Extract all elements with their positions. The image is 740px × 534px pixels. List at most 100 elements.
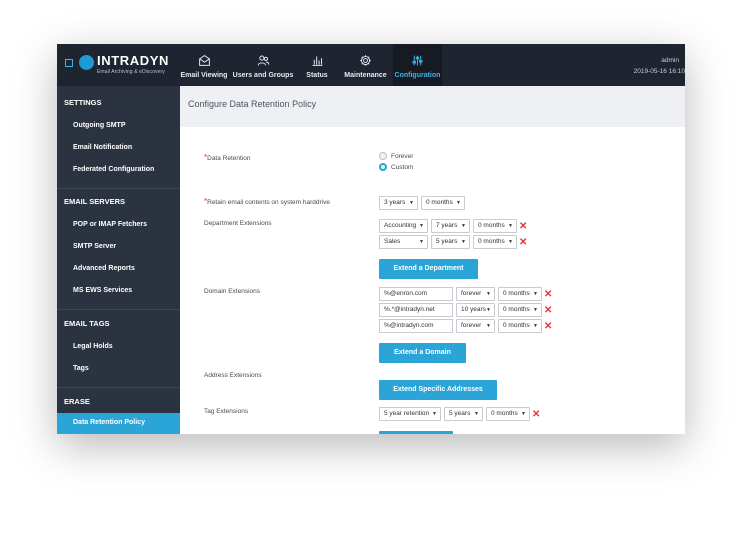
radio-label: Custom xyxy=(391,163,414,171)
sidebar-divider xyxy=(57,309,180,310)
domain-input[interactable]: %@intradyn.com xyxy=(379,319,453,333)
radio-dot[interactable] xyxy=(379,152,387,160)
tag-extensions-label: Tag Extensions xyxy=(204,408,249,415)
sidebar-header-settings: SETTINGS xyxy=(64,98,102,107)
retain-label: *Retain email contents on system harddri… xyxy=(204,197,330,206)
sidebar-item-label: Data Retention Policy xyxy=(73,419,145,426)
select-value: 3 years xyxy=(384,199,406,206)
sidebar-item-outgoing-smtp[interactable]: Outgoing SMTP xyxy=(73,122,126,129)
select-value: Accounting xyxy=(384,222,417,229)
page-title: Configure Data Retention Policy xyxy=(188,99,317,109)
app-window: INTRADYN Email Archiving & eDiscovery Em… xyxy=(57,44,685,434)
logo-mark-icon xyxy=(79,55,94,70)
intradyn-logo[interactable]: INTRADYN Email Archiving & eDiscovery xyxy=(63,52,187,78)
tag-years-select[interactable]: 5 years ▼ xyxy=(444,407,483,421)
remove-department-icon[interactable]: ✕ xyxy=(519,222,527,232)
nav-status[interactable]: Status xyxy=(296,44,338,86)
sidebar-item-pop-imap-fetchers[interactable]: POP or IMAP Fetchers xyxy=(73,221,147,228)
select-value: 0 months xyxy=(478,238,505,245)
sliders-icon xyxy=(412,55,423,66)
sidebar-header-email-servers: EMAIL SERVERS xyxy=(64,197,125,206)
gear-icon xyxy=(360,55,371,66)
domain-months-select[interactable]: 0 months ▼ xyxy=(498,319,542,333)
chevron-down-icon: ▼ xyxy=(508,239,513,245)
brand-tagline: Email Archiving & eDiscovery xyxy=(97,69,165,75)
select-value: 5 years xyxy=(436,238,458,245)
select-value: 0 months xyxy=(503,290,530,297)
extend-domain-button[interactable]: Extend a Domain xyxy=(379,343,466,363)
domain-years-select[interactable]: forever ▼ xyxy=(456,287,495,301)
address-extensions-label: Address Extensions xyxy=(204,372,262,379)
select-value: 10 years xyxy=(461,306,486,313)
sidebar-item-smtp-server[interactable]: SMTP Server xyxy=(73,243,116,250)
tag-select[interactable]: 5 year retention ▼ xyxy=(379,407,441,421)
department-select[interactable]: Sales ▼ xyxy=(379,235,428,249)
data-retention-label: *Data Retention xyxy=(204,153,251,162)
chevron-down-icon: ▼ xyxy=(508,223,513,229)
domain-months-select[interactable]: 0 months ▼ xyxy=(498,287,542,301)
nav-label: Email Viewing xyxy=(180,72,228,79)
chevron-down-icon: ▼ xyxy=(533,307,538,313)
tag-months-select[interactable]: 0 months ▼ xyxy=(486,407,530,421)
sidebar-item-federated-configuration[interactable]: Federated Configuration xyxy=(73,166,154,173)
label-text: Data Retention xyxy=(207,155,251,162)
remove-tag-icon[interactable]: ✕ xyxy=(532,410,540,420)
chevron-down-icon: ▼ xyxy=(486,291,491,297)
select-value: 0 months xyxy=(426,199,453,206)
chevron-down-icon: ▼ xyxy=(533,323,538,329)
chevron-down-icon: ▼ xyxy=(456,200,461,206)
sidebar-item-legal-holds[interactable]: Legal Holds xyxy=(73,343,113,350)
domain-months-select[interactable]: 0 months ▼ xyxy=(498,303,542,317)
chevron-down-icon: ▼ xyxy=(419,239,424,245)
department-years-select[interactable]: 5 years ▼ xyxy=(431,235,470,249)
nav-label: Status xyxy=(306,72,328,79)
sidebar-item-tags[interactable]: Tags xyxy=(73,365,89,372)
domain-years-select[interactable]: forever ▼ xyxy=(456,319,495,333)
nav-label: Configuration xyxy=(394,72,441,79)
select-value: 0 months xyxy=(503,322,530,329)
remove-domain-icon[interactable]: ✕ xyxy=(544,290,552,300)
extend-tag-button[interactable] xyxy=(379,431,453,434)
chevron-down-icon: ▼ xyxy=(461,239,466,245)
remove-department-icon[interactable]: ✕ xyxy=(519,238,527,248)
domain-input[interactable]: %@enron.com xyxy=(379,287,453,301)
radio-label: Forever xyxy=(391,152,414,160)
sidebar-item-advanced-reports[interactable]: Advanced Reports xyxy=(73,265,135,272)
chevron-down-icon: ▼ xyxy=(474,411,479,417)
department-select[interactable]: Accounting ▼ xyxy=(379,219,428,233)
sidebar-item-data-retention-policy[interactable]: Data Retention Policy xyxy=(57,413,180,434)
remove-domain-icon[interactable]: ✕ xyxy=(544,322,552,332)
chevron-down-icon: ▼ xyxy=(533,291,538,297)
select-value: 5 year retention xyxy=(384,410,430,417)
radio-custom[interactable]: Custom xyxy=(379,163,413,171)
radio-dot-selected[interactable] xyxy=(379,163,387,171)
chevron-down-icon: ▼ xyxy=(521,411,526,417)
retain-months-select[interactable]: 0 months ▼ xyxy=(421,196,465,210)
extend-department-button[interactable]: Extend a Department xyxy=(379,259,478,279)
extend-specific-addresses-button[interactable]: Extend Specific Addresses xyxy=(379,380,497,400)
nav-users-and-groups[interactable]: Users and Groups xyxy=(230,44,296,86)
department-months-select[interactable]: 0 months ▼ xyxy=(473,219,517,233)
domain-years-select[interactable]: 10 years ▼ xyxy=(456,303,495,317)
chevron-down-icon: ▼ xyxy=(486,323,491,329)
sidebar-divider xyxy=(57,188,180,189)
user-name[interactable]: admin xyxy=(634,55,685,66)
radio-forever[interactable]: Forever xyxy=(379,152,413,160)
department-months-select[interactable]: 0 months ▼ xyxy=(473,235,517,249)
brand-name: INTRADYN xyxy=(97,53,169,68)
department-years-select[interactable]: 7 years ▼ xyxy=(431,219,470,233)
user-info: admin 2019-05-16 16:10 xyxy=(634,55,685,77)
remove-domain-icon[interactable]: ✕ xyxy=(544,306,552,316)
nav-maintenance[interactable]: Maintenance xyxy=(338,44,393,86)
select-value: forever xyxy=(461,322,482,329)
retain-years-select[interactable]: 3 years ▼ xyxy=(379,196,418,210)
domain-input[interactable]: %.*@intradyn.net xyxy=(379,303,453,317)
nav-email-viewing[interactable]: Email Viewing xyxy=(178,44,230,86)
sidebar-item-email-notification[interactable]: Email Notification xyxy=(73,144,132,151)
menu-toggle-icon[interactable] xyxy=(65,59,73,67)
chevron-down-icon: ▼ xyxy=(486,307,491,313)
sidebar-item-ms-ews-services[interactable]: MS EWS Services xyxy=(73,287,132,294)
nav-label: Users and Groups xyxy=(232,72,294,79)
nav-configuration[interactable]: Configuration xyxy=(393,44,442,86)
select-value: 0 months xyxy=(503,306,530,313)
